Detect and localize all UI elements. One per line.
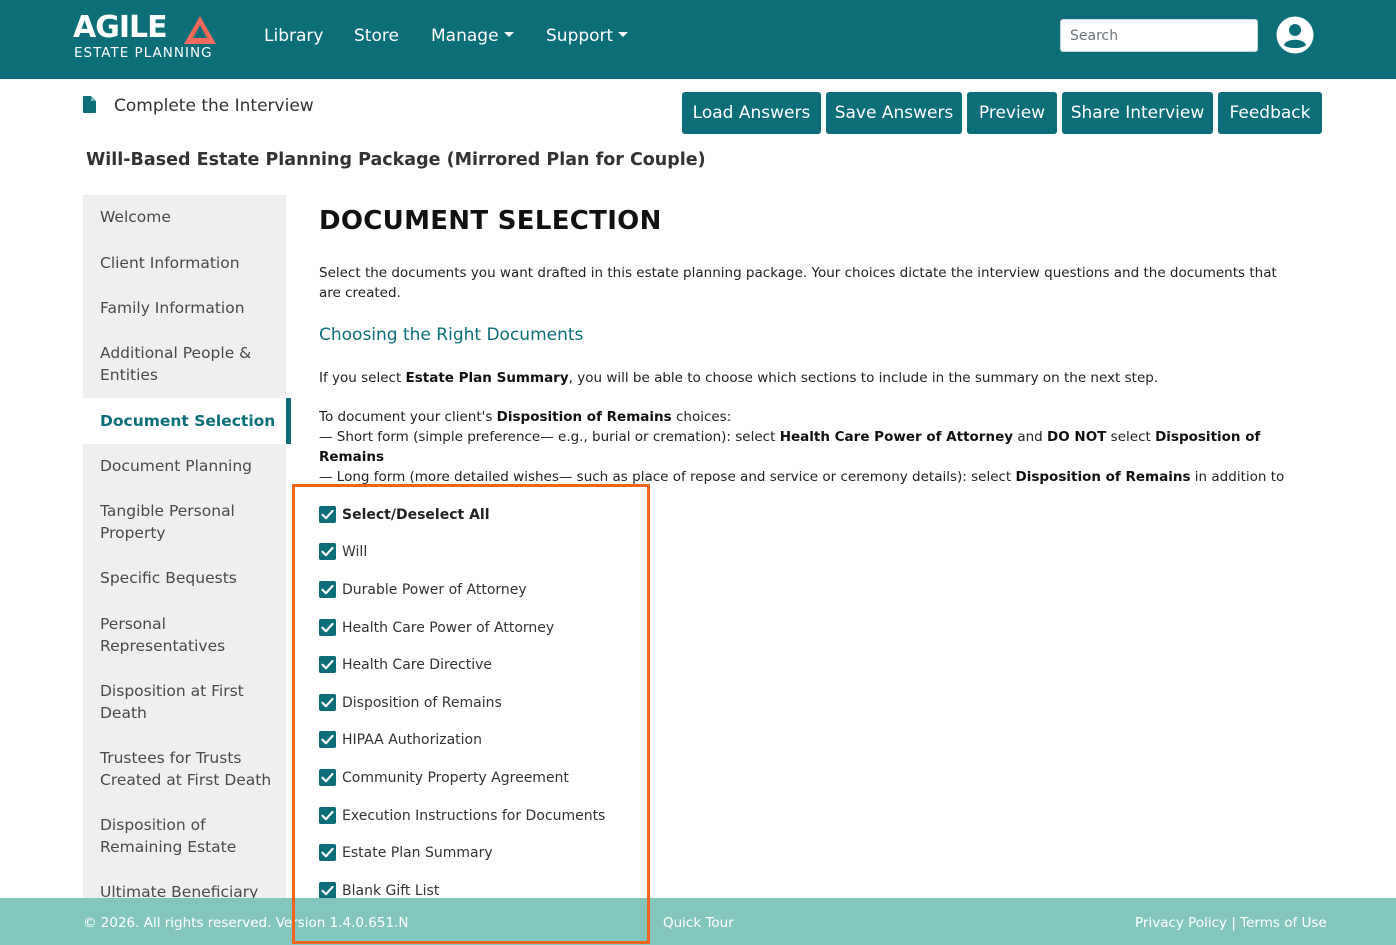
- sidebar-item-client-information[interactable]: Client Information: [100, 252, 280, 274]
- checkbox-checked-icon[interactable]: [319, 694, 336, 711]
- nav-store[interactable]: Store: [354, 25, 399, 47]
- sidebar-item-family-information[interactable]: Family Information: [100, 297, 280, 319]
- sidebar-item-additional-people[interactable]: Additional People & Entities: [100, 342, 280, 386]
- sidebar-item-disposition-first-death[interactable]: Disposition at First Death: [100, 680, 280, 724]
- checkbox-checked-icon[interactable]: [319, 769, 336, 786]
- copyright-text: © 2026. All rights reserved. Version 1.4…: [83, 915, 409, 931]
- checkbox-label: Health Care Power of Attorney: [342, 620, 555, 636]
- checkbox-checked-icon[interactable]: [319, 581, 336, 598]
- intro-text: Select the documents you want drafted in…: [319, 265, 1277, 301]
- sidebar-item-trustees[interactable]: Trustees for Trusts Created at First Dea…: [100, 747, 280, 791]
- checkbox-checked-icon[interactable]: [319, 882, 336, 899]
- sidebar-item-personal-representatives[interactable]: Personal Representatives: [100, 613, 280, 657]
- section-heading: DOCUMENT SELECTION: [319, 206, 662, 236]
- checkbox-label: Execution Instructions for Documents: [342, 808, 606, 824]
- checkbox-checked-icon[interactable]: [319, 619, 336, 636]
- checkbox-label: Community Property Agreement: [342, 770, 569, 786]
- logo-triangle-icon: [184, 16, 216, 44]
- summary-note: If you select Estate Plan Summary, you w…: [319, 370, 1159, 386]
- interview-sidebar: Welcome Client Information Family Inform…: [83, 195, 286, 898]
- checkbox-checked-icon[interactable]: [319, 656, 336, 673]
- document-icon: [83, 96, 96, 113]
- package-title: Will-Based Estate Planning Package (Mirr…: [86, 150, 706, 170]
- remains-note: To document your client's Disposition of…: [319, 409, 1285, 485]
- checkbox-checked-icon[interactable]: [319, 506, 336, 523]
- top-navbar: AGILE ESTATE PLANNING Library Store Mana…: [0, 0, 1396, 79]
- checkbox-label: Select/Deselect All: [342, 507, 490, 523]
- sidebar-item-disposition-remaining-estate[interactable]: Disposition of Remaining Estate: [100, 814, 280, 858]
- search-input[interactable]: [1060, 19, 1258, 52]
- nav-library[interactable]: Library: [264, 25, 323, 47]
- preview-button[interactable]: Preview: [967, 92, 1057, 134]
- sidebar-item-tangible-personal-property[interactable]: Tangible Personal Property: [100, 500, 280, 544]
- chevron-down-icon: [503, 32, 514, 37]
- sidebar-item-document-planning[interactable]: Document Planning: [100, 455, 280, 477]
- page-title: Complete the Interview: [114, 96, 314, 116]
- save-answers-button[interactable]: Save Answers: [826, 92, 962, 134]
- nav-manage-label: Manage: [431, 26, 499, 46]
- footer-links: Privacy Policy | Terms of Use: [1135, 914, 1327, 932]
- sidebar-item-specific-bequests[interactable]: Specific Bequests: [100, 567, 280, 589]
- checkbox-checked-icon[interactable]: [319, 543, 336, 560]
- checkbox-checked-icon[interactable]: [319, 807, 336, 824]
- footer-separator: |: [1231, 915, 1236, 931]
- checkbox-label: Will: [342, 544, 368, 560]
- sidebar-item-ultimate-beneficiary[interactable]: Ultimate Beneficiary: [100, 881, 280, 898]
- chevron-down-icon: [618, 32, 629, 37]
- sidebar-item-welcome[interactable]: Welcome: [100, 206, 280, 228]
- nav-manage[interactable]: Manage: [431, 25, 514, 47]
- agile-logo[interactable]: AGILE ESTATE PLANNING: [73, 12, 223, 64]
- checkbox-checked-icon[interactable]: [319, 731, 336, 748]
- logo-wordmark: AGILE: [73, 10, 168, 45]
- quick-tour-link[interactable]: Quick Tour: [663, 914, 734, 932]
- load-answers-button[interactable]: Load Answers: [682, 92, 821, 134]
- checkbox-label: Health Care Directive: [342, 657, 492, 673]
- checkbox-label: HIPAA Authorization: [342, 732, 482, 748]
- nav-support[interactable]: Support: [546, 25, 629, 47]
- privacy-policy-link[interactable]: Privacy Policy: [1135, 915, 1227, 931]
- checkbox-label: Durable Power of Attorney: [342, 582, 527, 598]
- checkbox-label: Estate Plan Summary: [342, 845, 493, 861]
- share-interview-button[interactable]: Share Interview: [1062, 92, 1213, 134]
- terms-of-use-link[interactable]: Terms of Use: [1240, 915, 1327, 931]
- checkbox-checked-icon[interactable]: [319, 844, 336, 861]
- logo-tagline: ESTATE PLANNING: [74, 45, 213, 61]
- sidebar-item-document-selection[interactable]: Document Selection: [100, 410, 280, 432]
- nav-support-label: Support: [546, 26, 614, 46]
- choosing-documents-heading: Choosing the Right Documents: [319, 325, 584, 345]
- user-circle-icon[interactable]: [1276, 16, 1314, 54]
- sidebar-active-indicator: [286, 398, 291, 444]
- feedback-button[interactable]: Feedback: [1218, 92, 1322, 134]
- checkbox-label: Disposition of Remains: [342, 695, 502, 711]
